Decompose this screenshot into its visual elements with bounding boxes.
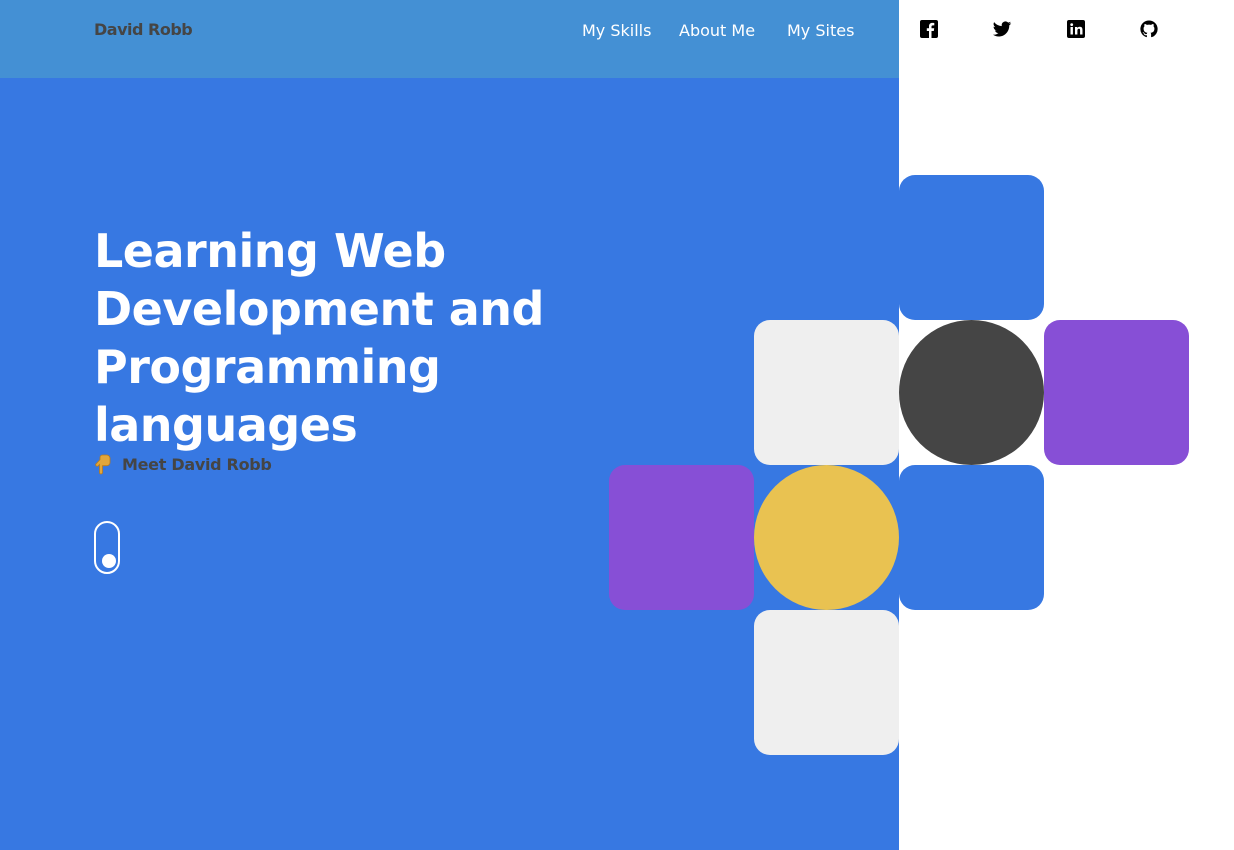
decor-tile-purple-left — [609, 465, 754, 610]
pointing-down-hand-icon — [94, 453, 112, 475]
nav-my-sites[interactable]: My Sites — [787, 21, 854, 40]
decor-tile-gray-bottom — [754, 610, 899, 755]
facebook-icon[interactable] — [919, 19, 939, 39]
top-navbar — [0, 0, 899, 78]
decor-tile-gray — [754, 320, 899, 465]
github-icon[interactable] — [1139, 19, 1159, 39]
hero-title: Learning Web Development and Programming… — [94, 224, 544, 452]
scroll-dot — [102, 554, 116, 568]
twitter-icon[interactable] — [992, 19, 1012, 39]
nav-my-skills[interactable]: My Skills — [582, 21, 651, 40]
linkedin-icon[interactable] — [1066, 19, 1086, 39]
decor-tile-purple-right — [1044, 320, 1189, 465]
decor-tile-blue-bottom — [899, 465, 1044, 610]
decor-circle-dark — [899, 320, 1044, 465]
decor-circle-yellow — [754, 465, 899, 610]
scroll-indicator[interactable] — [94, 521, 120, 574]
nav-about-me[interactable]: About Me — [679, 21, 755, 40]
brand-logo[interactable]: David Robb — [94, 20, 193, 39]
meet-david-link[interactable]: Meet David Robb — [94, 453, 272, 475]
decor-tile-blue-top — [899, 175, 1044, 320]
meet-david-label: Meet David Robb — [122, 454, 272, 474]
